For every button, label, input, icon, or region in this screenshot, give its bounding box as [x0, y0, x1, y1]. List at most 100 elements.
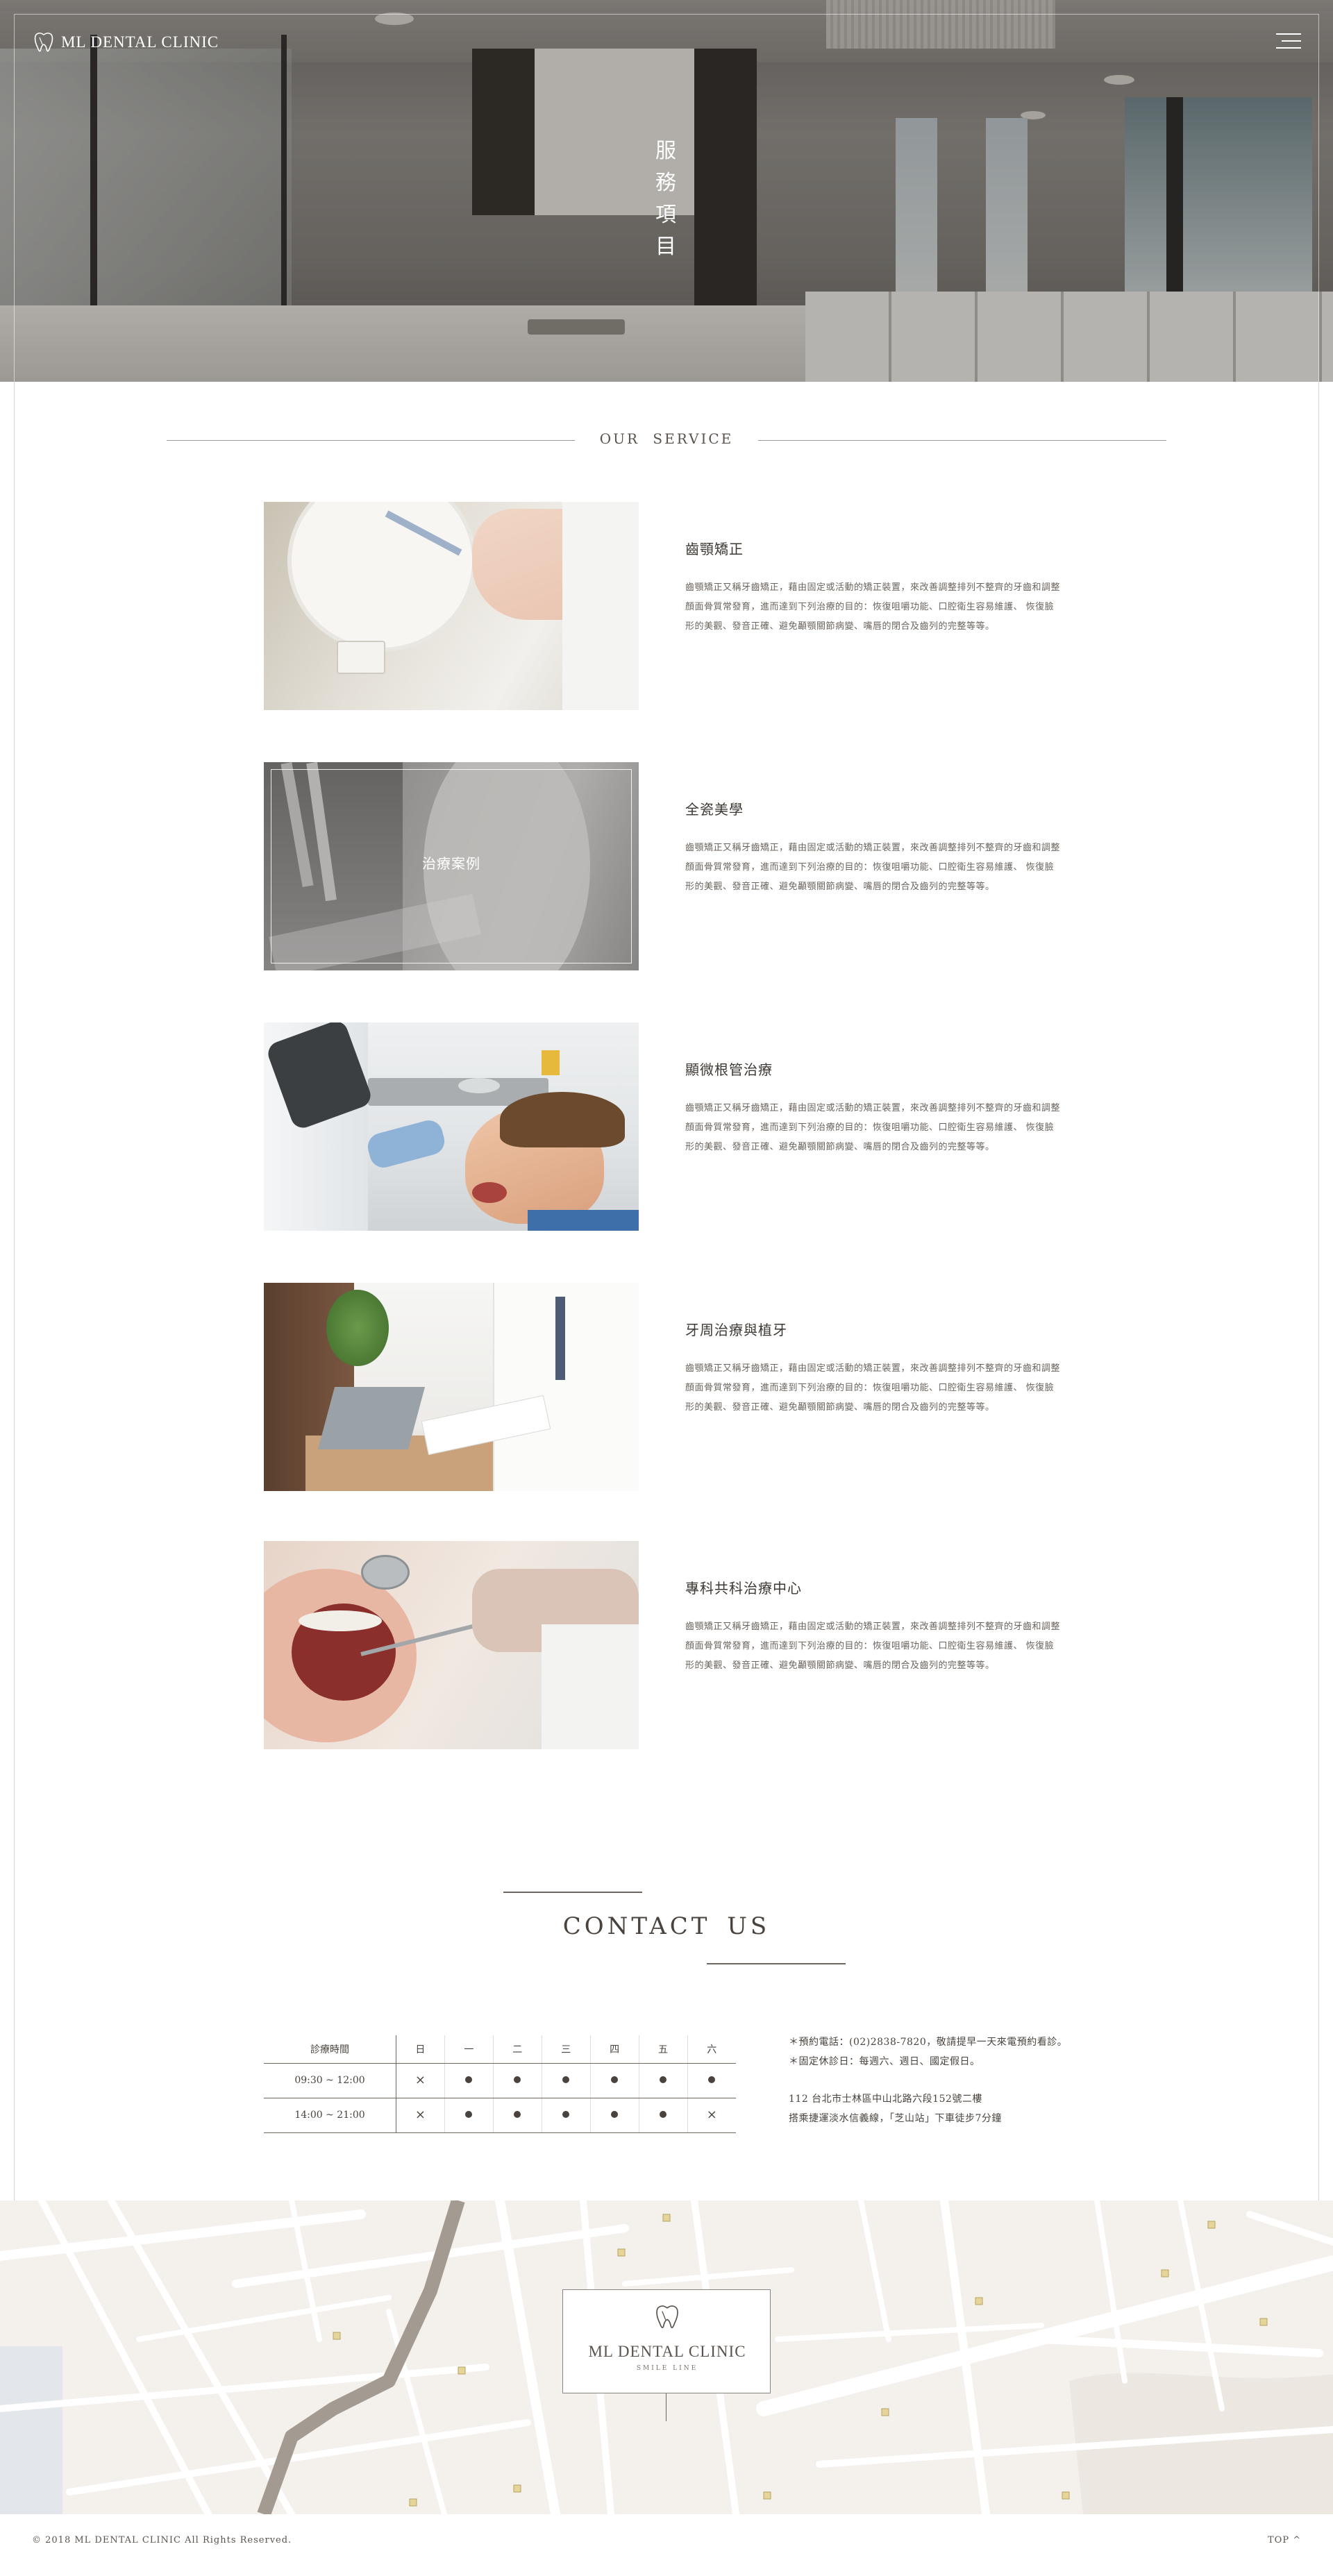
service-image-orthodontics[interactable] [264, 502, 639, 710]
address-line: 112 台北市士林區中山北路六段152號二樓 [789, 2094, 982, 2105]
open-mark [444, 2063, 494, 2098]
service-title: 顯微根管治療 [685, 1061, 773, 1078]
open-dot-icon [562, 2111, 570, 2118]
open-mark [590, 2063, 639, 2098]
service-description: 齒顎矯正又稱牙齒矯正，藉由固定或活動的矯正裝置，來改善調整排列不整齊的牙齒和調整… [685, 843, 1061, 892]
service-title: 全瓷美學 [685, 801, 744, 818]
heading-divider [758, 440, 1166, 441]
copyright-text: © 2018 ML DENTAL CLINIC All Rights Reser… [32, 2535, 292, 2545]
open-dot-icon [660, 2111, 667, 2118]
contact-divider-top [503, 1892, 642, 1893]
page-title-char: 目 [655, 235, 678, 259]
open-dot-icon [660, 2076, 667, 2083]
open-dot-icon [562, 2076, 570, 2083]
closed-mark: × [687, 2098, 736, 2133]
open-dot-icon [465, 2076, 473, 2083]
service-title: 專科共科治療中心 [685, 1580, 802, 1597]
service-description: 齒顎矯正又稱牙齒矯正，藉由固定或活動的矯正裝置，來改善調整排列不整齊的牙齒和調整… [685, 1103, 1061, 1152]
map-card-tagline: SMILE LINE [636, 2365, 698, 2372]
image-shape [542, 1050, 560, 1075]
hours-row-morning: 09:30 ~ 12:00 × [264, 2063, 736, 2098]
service-section-heading: OUR SERVICE [167, 430, 1166, 451]
contact-divider-bottom [707, 1963, 846, 1964]
image-shape [472, 1182, 507, 1203]
treatment-case-link[interactable]: 治療案例 [264, 852, 639, 873]
open-dot-icon [611, 2076, 619, 2083]
holiday-line: ＊固定休診日：每週六、週日、國定假日。 [789, 2056, 980, 2067]
day-header: 四 [590, 2035, 639, 2064]
closed-mark: × [396, 2063, 445, 2098]
image-shape [528, 1210, 639, 1231]
service-item-periodontal[interactable]: 牙周治療與植牙 齒顎矯正又稱牙齒矯正，藉由固定或活動的矯正裝置，來改善調整排列不… [264, 1283, 1069, 1491]
service-image-periodontal[interactable] [264, 1283, 639, 1491]
map-card-brand: ML DENTAL CLINIC [588, 2343, 746, 2360]
service-description: 齒顎矯正又稱牙齒矯正，藉由固定或活動的矯正裝置，來改善調整排列不整齊的牙齒和調整… [685, 1622, 1061, 1671]
closed-icon: × [414, 2073, 426, 2087]
closed-icon: × [414, 2107, 426, 2122]
service-description: 齒顎矯正又稱牙齒矯正，藉由固定或活動的矯正裝置，來改善調整排列不整齊的牙齒和調整… [685, 582, 1061, 632]
phone-line[interactable]: ＊預約電話：(02)2838-7820，敬請提早一天來電預約看診。 [789, 2032, 1136, 2052]
heading-divider [167, 440, 575, 441]
service-item-root-canal[interactable]: 顯微根管治療 齒顎矯正又稱牙齒矯正，藉由固定或活動的矯正裝置，來改善調整排列不整… [264, 1022, 1069, 1231]
service-item-specialist-center[interactable]: 專科共科治療中心 齒顎矯正又稱牙齒矯正，藉由固定或活動的矯正裝置，來改善調整排列… [264, 1541, 1069, 1749]
open-mark [542, 2063, 591, 2098]
hours-row-evening: 14:00 ~ 21:00 × × [264, 2098, 736, 2133]
location-map[interactable]: ML DENTAL CLINIC SMILE LINE [0, 2200, 1333, 2514]
page-title-char: 項 [655, 203, 678, 227]
page-title: 服 務 項 目 [654, 135, 679, 263]
image-shape [337, 641, 385, 674]
site-footer: © 2018 ML DENTAL CLINIC All Rights Reser… [0, 2514, 1333, 2576]
closed-mark: × [396, 2098, 445, 2133]
tooth-logo-icon [656, 2305, 678, 2328]
image-shape [326, 1290, 389, 1366]
transit-line: 搭乘捷運淡水信義線，「芝山站」下車徒步7分鐘 [789, 2113, 1002, 2124]
service-image-root-canal[interactable] [264, 1022, 639, 1231]
hours-header-label: 診療時間 [264, 2035, 396, 2064]
clinic-hours-table: 診療時間 日 一 二 三 四 五 六 09:30 ~ 12:00 × 14:00… [264, 2035, 736, 2133]
day-header: 六 [687, 2035, 736, 2064]
day-header: 日 [396, 2035, 445, 2064]
service-image-specialist-center[interactable] [264, 1541, 639, 1749]
day-header: 三 [542, 2035, 591, 2064]
open-mark [687, 2063, 736, 2098]
service-image-ceramics[interactable]: 治療案例 [264, 762, 639, 970]
image-shape [364, 1117, 448, 1171]
image-shape [500, 1092, 625, 1147]
contact-section-title: CONTACT US [562, 1912, 771, 1940]
page-title-char: 服 [655, 139, 678, 163]
service-description: 齒顎矯正又稱牙齒矯正，藉由固定或活動的矯正裝置，來改善調整排列不整齊的牙齒和調整… [685, 1363, 1061, 1413]
hours-header-row: 診療時間 日 一 二 三 四 五 六 [264, 2035, 736, 2064]
image-shape [317, 1387, 426, 1449]
page-title-char: 務 [655, 171, 678, 195]
open-mark [493, 2063, 542, 2098]
open-dot-icon [611, 2111, 619, 2118]
open-mark [639, 2063, 688, 2098]
back-to-top-link[interactable]: TOP ^ [1268, 2535, 1301, 2545]
image-shape [555, 1297, 565, 1380]
image-shape [562, 502, 639, 710]
open-mark [444, 2098, 494, 2133]
open-dot-icon [514, 2076, 521, 2083]
service-item-ceramics[interactable]: 治療案例 全瓷美學 齒顎矯正又稱牙齒矯正，藉由固定或活動的矯正裝置，來改善調整排… [264, 762, 1069, 970]
map-location-card[interactable]: ML DENTAL CLINIC SMILE LINE [562, 2289, 771, 2393]
service-section-title: OUR SERVICE [599, 430, 734, 447]
service-title: 牙周治療與植牙 [685, 1322, 787, 1338]
day-header: 一 [444, 2035, 494, 2064]
tooth-logo-icon [34, 32, 53, 52]
service-title: 齒顎矯正 [685, 541, 744, 557]
time-slot: 14:00 ~ 21:00 [264, 2098, 396, 2133]
brand-logo[interactable]: ML DENTAL CLINIC [33, 31, 219, 54]
service-item-orthodontics[interactable]: 齒顎矯正 齒顎矯正又稱牙齒矯正，藉由固定或活動的矯正裝置，來改善調整排列不整齊的… [264, 502, 1069, 710]
time-slot: 09:30 ~ 12:00 [264, 2063, 396, 2098]
hero-banner: ML DENTAL CLINIC 服 務 項 目 [0, 0, 1333, 382]
image-shape [361, 1555, 410, 1590]
hamburger-menu-icon[interactable] [1276, 31, 1301, 51]
brand-name: ML DENTAL CLINIC [61, 33, 219, 51]
open-mark [639, 2098, 688, 2133]
closed-icon: × [706, 2107, 717, 2122]
open-dot-icon [465, 2111, 473, 2118]
image-shape [458, 1078, 500, 1093]
image-shape [542, 1624, 639, 1749]
image-shape [493, 1283, 639, 1491]
open-dot-icon [514, 2111, 521, 2118]
